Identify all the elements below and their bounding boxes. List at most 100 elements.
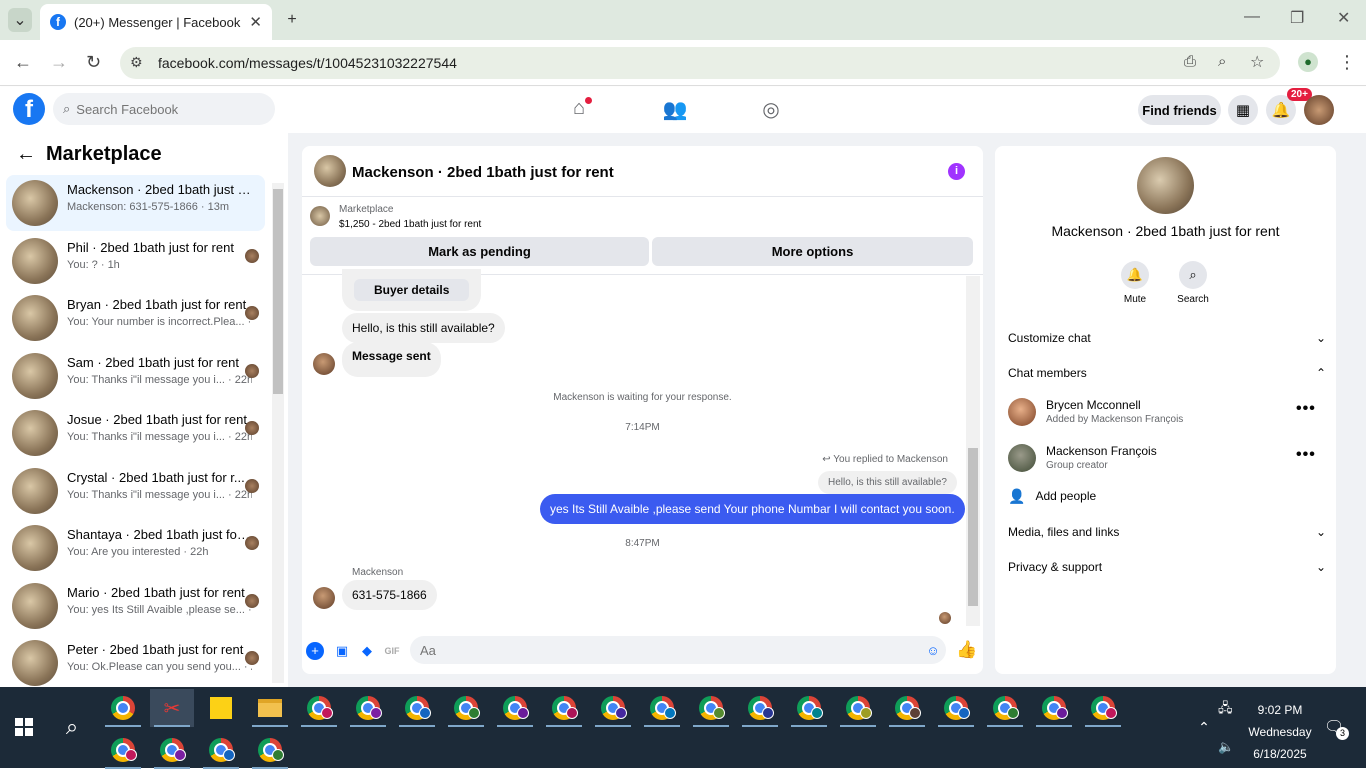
minimize-icon[interactable]: — bbox=[1244, 8, 1260, 26]
profile-icon[interactable]: ● bbox=[1298, 52, 1318, 72]
windows-start-icon[interactable] bbox=[2, 708, 46, 746]
conversation-avatar[interactable] bbox=[12, 352, 58, 399]
conversation-item[interactable]: Mario · 2bed 1bath just for rent You: yes… bbox=[6, 578, 265, 634]
search-chat-button[interactable]: ⌕ Search bbox=[1163, 261, 1223, 305]
chrome-taskbar-icon[interactable] bbox=[934, 689, 978, 727]
chrome-taskbar-icon[interactable] bbox=[787, 689, 831, 727]
conversation-item[interactable]: Shantaya · 2bed 1bath just for r... You: … bbox=[6, 520, 265, 576]
member-name[interactable]: Mackenson François bbox=[1046, 444, 1157, 458]
restore-icon[interactable]: ❐ bbox=[1290, 8, 1304, 28]
conversation-avatar[interactable] bbox=[12, 180, 58, 226]
volume-icon[interactable]: 🔈 bbox=[1218, 739, 1234, 755]
chat-avatar[interactable] bbox=[314, 155, 346, 187]
buyer-details-button[interactable]: Buyer details bbox=[354, 279, 470, 301]
facebook-search[interactable]: ⌕ bbox=[53, 93, 275, 125]
add-people-row[interactable]: 👤 Add people bbox=[1008, 485, 1326, 507]
chrome-taskbar-icon[interactable] bbox=[885, 689, 929, 727]
profile-avatar[interactable] bbox=[1137, 157, 1194, 214]
back-icon[interactable]: ← bbox=[14, 52, 32, 73]
bookmark-star-icon[interactable]: ☆ bbox=[1250, 52, 1264, 72]
forward-icon[interactable]: → bbox=[50, 52, 68, 73]
conversation-avatar[interactable] bbox=[12, 467, 58, 514]
sticky-notes-icon[interactable] bbox=[199, 689, 243, 727]
chrome-taskbar-icon[interactable] bbox=[542, 689, 586, 727]
search-input[interactable] bbox=[76, 101, 257, 117]
conversation-item[interactable]: Crystal · 2bed 1bath just for r... You: T… bbox=[6, 463, 265, 519]
menu-grid-icon[interactable]: ▦ bbox=[1228, 95, 1258, 125]
plus-icon[interactable]: + bbox=[306, 642, 324, 660]
chrome-taskbar-icon[interactable] bbox=[199, 731, 243, 769]
gif-icon[interactable]: GIF bbox=[383, 642, 401, 660]
more-dots-icon[interactable]: ••• bbox=[1296, 446, 1316, 464]
tab-search-icon[interactable]: ⌄ bbox=[8, 8, 32, 32]
close-window-icon[interactable]: ✕ bbox=[1337, 8, 1350, 28]
conversation-item[interactable]: Sam · 2bed 1bath just for rent You: Thank… bbox=[6, 348, 265, 404]
conversation-avatar[interactable] bbox=[12, 237, 58, 284]
chrome-taskbar-icon[interactable] bbox=[150, 731, 194, 769]
chat-title[interactable]: Mackenson · 2bed 1bath just for rent bbox=[352, 164, 614, 181]
member-row[interactable]: Mackenson François Group creator ••• bbox=[1008, 442, 1328, 478]
friends-icon[interactable]: 👥 bbox=[662, 97, 688, 123]
chat-scrollbar-thumb[interactable] bbox=[968, 448, 978, 606]
sender-avatar[interactable] bbox=[313, 587, 335, 609]
snipping-tool-icon[interactable]: ✂ bbox=[150, 689, 194, 727]
chrome-taskbar-icon[interactable] bbox=[346, 689, 390, 727]
conversation-item[interactable]: Bryan · 2bed 1bath just for rent You: You… bbox=[6, 290, 265, 346]
scrollbar[interactable] bbox=[272, 183, 284, 683]
home-icon[interactable]: ⌂ bbox=[566, 97, 592, 123]
account-avatar[interactable] bbox=[1304, 95, 1334, 125]
file-explorer-icon[interactable] bbox=[248, 689, 292, 727]
member-avatar[interactable] bbox=[1008, 398, 1036, 426]
more-options-button[interactable]: More options bbox=[652, 237, 973, 266]
scrollbar-thumb[interactable] bbox=[273, 189, 283, 394]
thumbs-up-icon[interactable]: 👍 bbox=[956, 641, 977, 659]
sticker-icon[interactable]: ◆ bbox=[358, 642, 376, 660]
install-icon[interactable]: ⎙ bbox=[1184, 53, 1196, 70]
conversation-avatar[interactable] bbox=[12, 525, 58, 571]
chrome-taskbar-icon[interactable] bbox=[101, 731, 145, 769]
site-settings-icon[interactable]: ⚙ bbox=[130, 54, 143, 71]
reload-icon[interactable]: ↻ bbox=[86, 52, 101, 73]
back-arrow-icon[interactable]: ← bbox=[16, 143, 36, 166]
conversation-item[interactable]: Phil · 2bed 1bath just for rent You: ? · … bbox=[6, 233, 265, 289]
chrome-taskbar-icon[interactable] bbox=[983, 689, 1027, 727]
chrome-taskbar-icon[interactable] bbox=[444, 689, 488, 727]
chrome-taskbar-icon[interactable] bbox=[738, 689, 782, 727]
chat-scrollbar[interactable] bbox=[966, 276, 980, 626]
info-icon[interactable]: i bbox=[948, 163, 965, 180]
close-tab-icon[interactable]: ✕ bbox=[249, 13, 262, 31]
listing-price[interactable]: $1,250 - 2bed 1bath just for rent bbox=[339, 219, 481, 230]
sender-avatar[interactable] bbox=[313, 353, 335, 375]
chrome-taskbar-icon[interactable] bbox=[1081, 689, 1125, 727]
taskbar-clock[interactable]: 9:02 PM Wednesday 6/18/2025 bbox=[1240, 699, 1320, 765]
member-avatar[interactable] bbox=[1008, 444, 1036, 472]
chrome-taskbar-icon[interactable] bbox=[101, 689, 145, 727]
chrome-taskbar-icon[interactable] bbox=[493, 689, 537, 727]
zoom-icon[interactable]: ⌕ bbox=[1218, 53, 1226, 70]
emoji-icon[interactable]: ☺ bbox=[924, 642, 942, 660]
listing-thumbnail[interactable] bbox=[310, 206, 330, 226]
address-bar[interactable]: ⚙ facebook.com/messages/t/10045231032227… bbox=[120, 47, 1280, 79]
chrome-taskbar-icon[interactable] bbox=[248, 731, 292, 769]
conversation-item[interactable]: Peter · 2bed 1bath just for rent You: Ok.… bbox=[6, 635, 265, 691]
mute-button[interactable]: 🔔 Mute bbox=[1105, 261, 1165, 305]
mark-as-pending-button[interactable]: Mark as pending bbox=[310, 237, 649, 266]
chat-members-row[interactable]: Chat members ⌃ bbox=[1008, 362, 1326, 384]
chrome-taskbar-icon[interactable] bbox=[689, 689, 733, 727]
find-friends-button[interactable]: Find friends bbox=[1138, 95, 1221, 125]
conversation-item[interactable]: Josue · 2bed 1bath just for rent You: Tha… bbox=[6, 405, 265, 461]
browser-tab[interactable]: f (20+) Messenger | Facebook ✕ bbox=[40, 4, 272, 40]
taskbar-search-icon[interactable]: ⌕ bbox=[50, 708, 94, 746]
network-icon[interactable]: 🖧 bbox=[1218, 699, 1233, 721]
chrome-taskbar-icon[interactable] bbox=[640, 689, 684, 727]
new-tab-icon[interactable]: + bbox=[280, 8, 304, 32]
photo-icon[interactable]: ▣ bbox=[333, 642, 351, 660]
facebook-logo-icon[interactable]: f bbox=[13, 93, 45, 125]
member-name[interactable]: Brycen Mcconnell bbox=[1046, 398, 1141, 412]
menu-dots-icon[interactable]: ⋮ bbox=[1338, 52, 1356, 73]
media-files-row[interactable]: Media, files and links ⌄ bbox=[1008, 521, 1326, 543]
groups-icon[interactable]: ◎ bbox=[758, 97, 784, 123]
chrome-taskbar-icon[interactable] bbox=[395, 689, 439, 727]
conversation-item[interactable]: Mackenson · 2bed 1bath just fo... Mackens… bbox=[6, 175, 265, 231]
chrome-taskbar-icon[interactable] bbox=[1032, 689, 1076, 727]
